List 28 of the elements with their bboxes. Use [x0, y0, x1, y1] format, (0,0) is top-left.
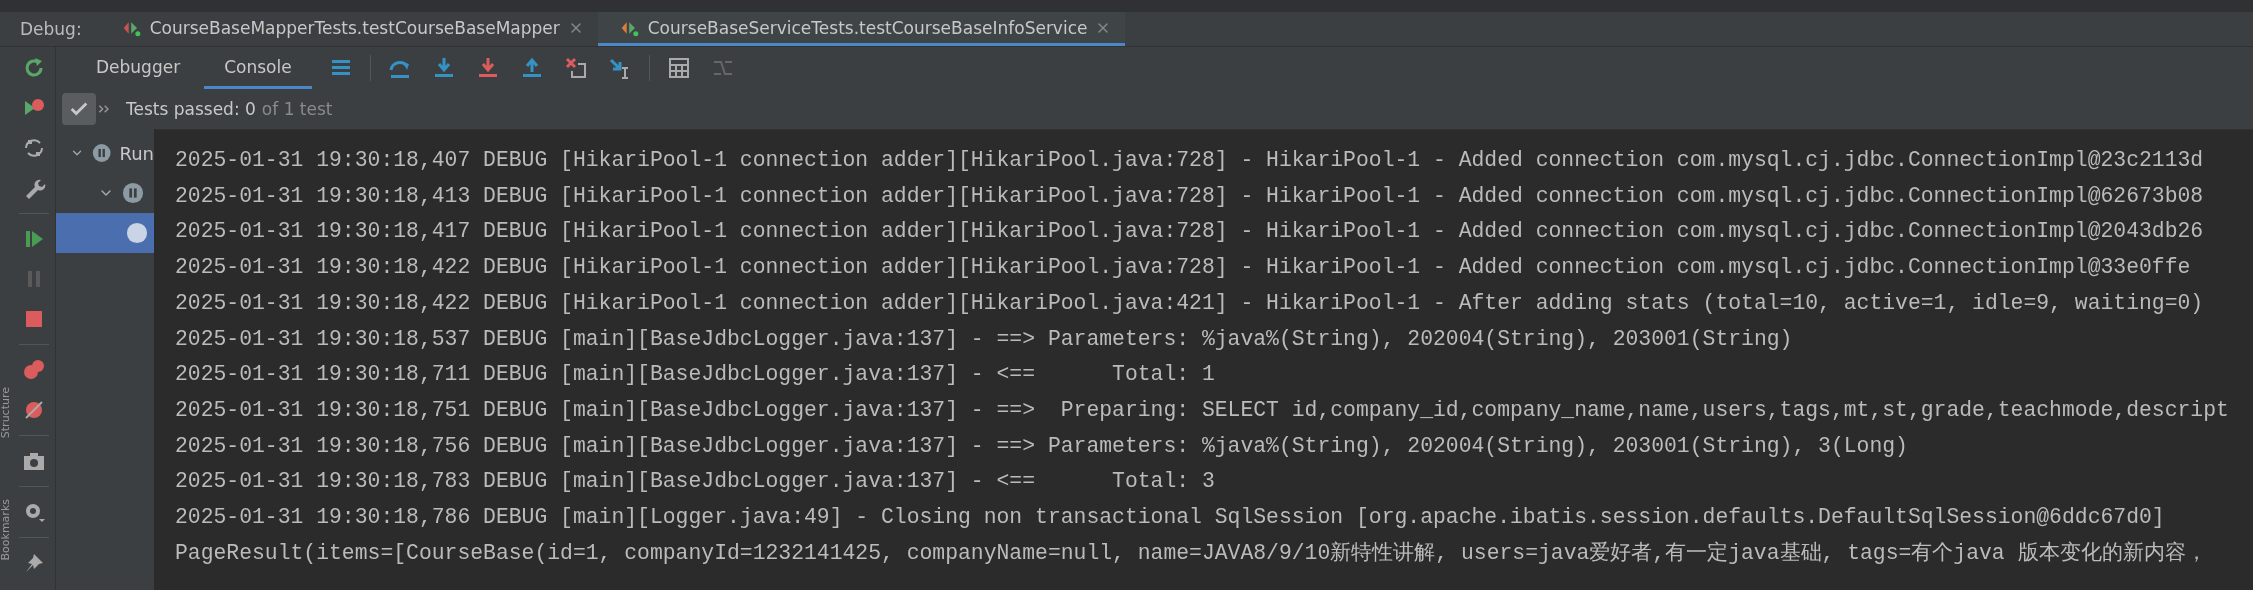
log-line: 2025-01-31 19:30:18,756 DEBUG [main][BaseJdbcLogger.java:137] - ==> Parameters: %java%(String), 202004(String), 203001(String), 3(Long)	[175, 432, 1909, 460]
breakpoints-icon	[21, 358, 46, 382]
view-tab[interactable]: Console	[204, 47, 312, 89]
log-line: 2025-01-31 19:30:18,407 DEBUG [HikariPool-1 connection adder][HikariPool.java:728] - HikariPool-1 - Added connection com.mysql.cj.jdbc.ConnectionImpl@23c2113d	[175, 147, 2205, 174]
tests-passed-text: Tests passed: 0	[126, 99, 256, 119]
log-line: 2025-01-31 19:30:18,783 DEBUG [main][BaseJdbcLogger.java:137] - <== Total: 3	[175, 468, 1216, 496]
log-line: 2025-01-31 19:30:18,711 DEBUG [main][BaseJdbcLogger.java:137] - <== Total: 1	[175, 361, 1216, 389]
log-line: 2025-01-31 19:30:18,422 DEBUG [HikariPool-1 connection adder][HikariPool.java:728] - HikariPool-1 - Added connection com.mysql.cj.jdbc.ConnectionImpl@33e0ffe	[175, 254, 2192, 282]
run-tab[interactable]: CourseBaseMapperTests.testCourseBaseMapper	[99, 12, 598, 46]
status-icon	[126, 222, 148, 244]
log-line: 2025-01-31 19:30:18,413 DEBUG [HikariPool-1 connection adder][HikariPool.java:728] - HikariPool-1 - Added connection com.mysql.cj.jdbc.ConnectionImpl@62673b08	[175, 182, 2205, 210]
tree-item[interactable]: Run	[56, 133, 154, 173]
log-line: 2025-01-31 19:30:18,786 DEBUG [main][Logger.java:49] - Closing non transactional SqlSession [org.apache.ibatis.session.defaults.DefaultSqlSession@6ddc67d0]	[175, 504, 2166, 532]
log-line: PageResult(items=[CourseBase(id=1, companyId=1232141425, companyName=null, name=JAVA8/9/10新特性讲解, users=java爱好者,有一定java基础, tags=有个java 版本变化的新内容，	[175, 539, 2208, 567]
pause-circle-icon	[122, 182, 144, 204]
tests-total-text: of 1 test	[261, 99, 333, 119]
debug-label: Debug:	[19, 18, 83, 41]
log-line: 2025-01-31 19:30:18,417 DEBUG [HikariPool-1 connection adder][HikariPool.java:728] - HikariPool-1 - Added connection com.mysql.cj.jdbc.ConnectionImpl@2043db26	[175, 218, 2205, 246]
calculator-icon	[666, 56, 691, 80]
tree-item[interactable]	[56, 213, 154, 253]
pause-circle-icon	[92, 142, 112, 164]
tree-label: Run	[119, 142, 154, 164]
log-line: 2025-01-31 19:30:18,422 DEBUG [HikariPool-1 connection adder][HikariPool.java:421] - HikariPool-1 - After adding stats (total=10, active=1, idle=9, waiting=0)	[175, 289, 2205, 317]
log-line: 2025-01-31 19:30:18,751 DEBUG [main][BaseJdbcLogger.java:137] - ==> Preparing: SELECT id,company_id,company_name,name,users,tags,mt,st,grade,teachmode,descript	[175, 396, 2230, 424]
show-passed-button[interactable]	[62, 93, 96, 125]
run-tab[interactable]: CourseBaseServiceTests.testCourseBaseInfoService	[597, 12, 1126, 46]
log-line: 2025-01-31 19:30:18,537 DEBUG [main][BaseJdbcLogger.java:137] - ==> Parameters: %java%(String), 202004(String), 203001(String)	[175, 325, 1794, 353]
view-tab[interactable]: Debugger	[76, 47, 201, 89]
